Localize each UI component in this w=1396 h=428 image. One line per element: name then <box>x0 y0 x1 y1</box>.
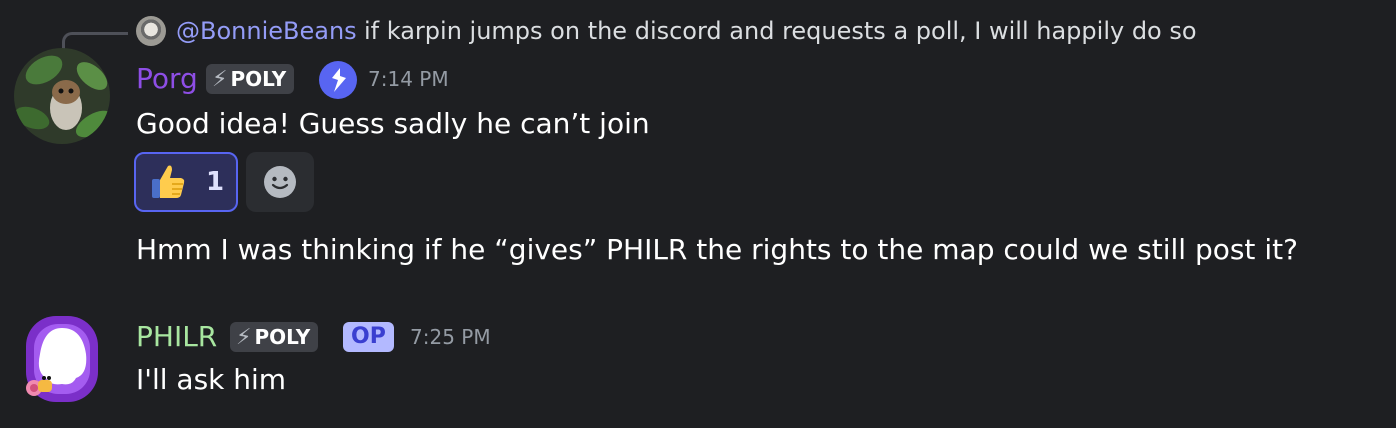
thumbs-up-icon <box>152 165 185 198</box>
timestamp[interactable]: 7:14 PM <box>368 64 449 94</box>
author-name[interactable]: PHILR <box>136 320 217 354</box>
role-icon[interactable] <box>318 60 358 100</box>
message-text: Hmm I was thinking if he “gives” PHILR t… <box>136 233 1298 266</box>
server-tag[interactable]: ⚡ POLY <box>230 322 319 352</box>
message-text: I'll ask him <box>136 363 287 396</box>
server-tag-label: POLY <box>230 67 287 91</box>
avatar[interactable] <box>14 314 110 404</box>
smiley-icon <box>264 166 296 198</box>
reaction-thumbs-up[interactable]: 1 <box>134 152 238 212</box>
timestamp[interactable]: 7:25 PM <box>410 322 491 352</box>
server-tag[interactable]: ⚡ POLY <box>206 64 295 94</box>
reply-text[interactable]: if karpin jumps on the discord and reque… <box>364 16 1197 46</box>
server-tag-label: POLY <box>254 325 311 349</box>
lightning-icon: ⚡ <box>236 325 252 350</box>
reply-username[interactable]: @BonnieBeans <box>176 16 357 46</box>
add-reaction-button[interactable] <box>246 152 314 212</box>
avatar[interactable] <box>14 48 110 144</box>
reaction-count: 1 <box>206 167 225 197</box>
lightning-icon: ⚡ <box>212 67 228 92</box>
reply-avatar[interactable] <box>136 16 166 46</box>
message-text: Good idea! Guess sadly he can’t join <box>136 107 650 140</box>
op-badge: OP <box>343 322 394 352</box>
author-name[interactable]: Porg <box>136 62 198 96</box>
